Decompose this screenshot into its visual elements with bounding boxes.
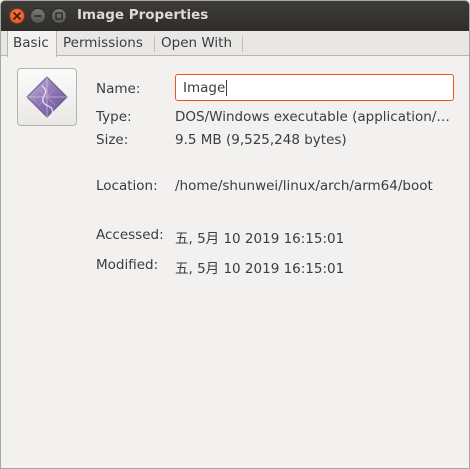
tab-label: Basic xyxy=(13,35,49,51)
location-value[interactable]: /home/shunwei/linux/arch/arm64/boot xyxy=(175,178,433,194)
type-value: DOS/Windows executable (application/x-ms… xyxy=(175,109,455,125)
tab-divider xyxy=(242,36,243,52)
maximize-icon xyxy=(55,12,63,20)
window-title: Image Properties xyxy=(77,7,209,23)
modified-label: Modified: xyxy=(96,257,159,273)
name-field[interactable] xyxy=(175,74,454,101)
tab-divider xyxy=(154,36,155,52)
minimize-icon xyxy=(34,15,42,17)
close-icon xyxy=(13,12,21,20)
tab-basic[interactable]: Basic xyxy=(7,31,57,57)
modified-value: 五, 5月 10 2019 16:15:01 xyxy=(175,261,345,277)
title-bar[interactable]: Image Properties xyxy=(1,1,469,31)
tab-permissions[interactable]: Permissions xyxy=(58,31,154,56)
tab-label: Permissions xyxy=(63,35,143,51)
tab-open-with[interactable]: Open With xyxy=(156,31,242,56)
type-value-text: DOS/Windows executable (application/x-ms… xyxy=(175,109,455,125)
accessed-value: 五, 5月 10 2019 16:15:01 xyxy=(175,231,345,247)
maximize-window-button[interactable] xyxy=(51,8,67,24)
accessed-label: Accessed: xyxy=(96,227,164,243)
name-label: Name: xyxy=(96,81,141,97)
executable-file-icon[interactable] xyxy=(17,68,77,126)
minimize-window-button[interactable] xyxy=(30,8,46,24)
text-cursor xyxy=(226,80,227,96)
diamond-gem-icon xyxy=(26,76,68,118)
size-label: Size: xyxy=(96,132,129,148)
location-label: Location: xyxy=(96,178,158,194)
close-window-button[interactable] xyxy=(9,8,25,24)
tab-bar: Basic Permissions Open With xyxy=(1,31,469,57)
properties-dialog: Image Properties Basic Permissions Open … xyxy=(0,0,470,469)
type-label: Type: xyxy=(96,109,132,125)
tab-label: Open With xyxy=(161,35,233,51)
size-value: 9.5 MB (9,525,248 bytes) xyxy=(175,132,347,148)
